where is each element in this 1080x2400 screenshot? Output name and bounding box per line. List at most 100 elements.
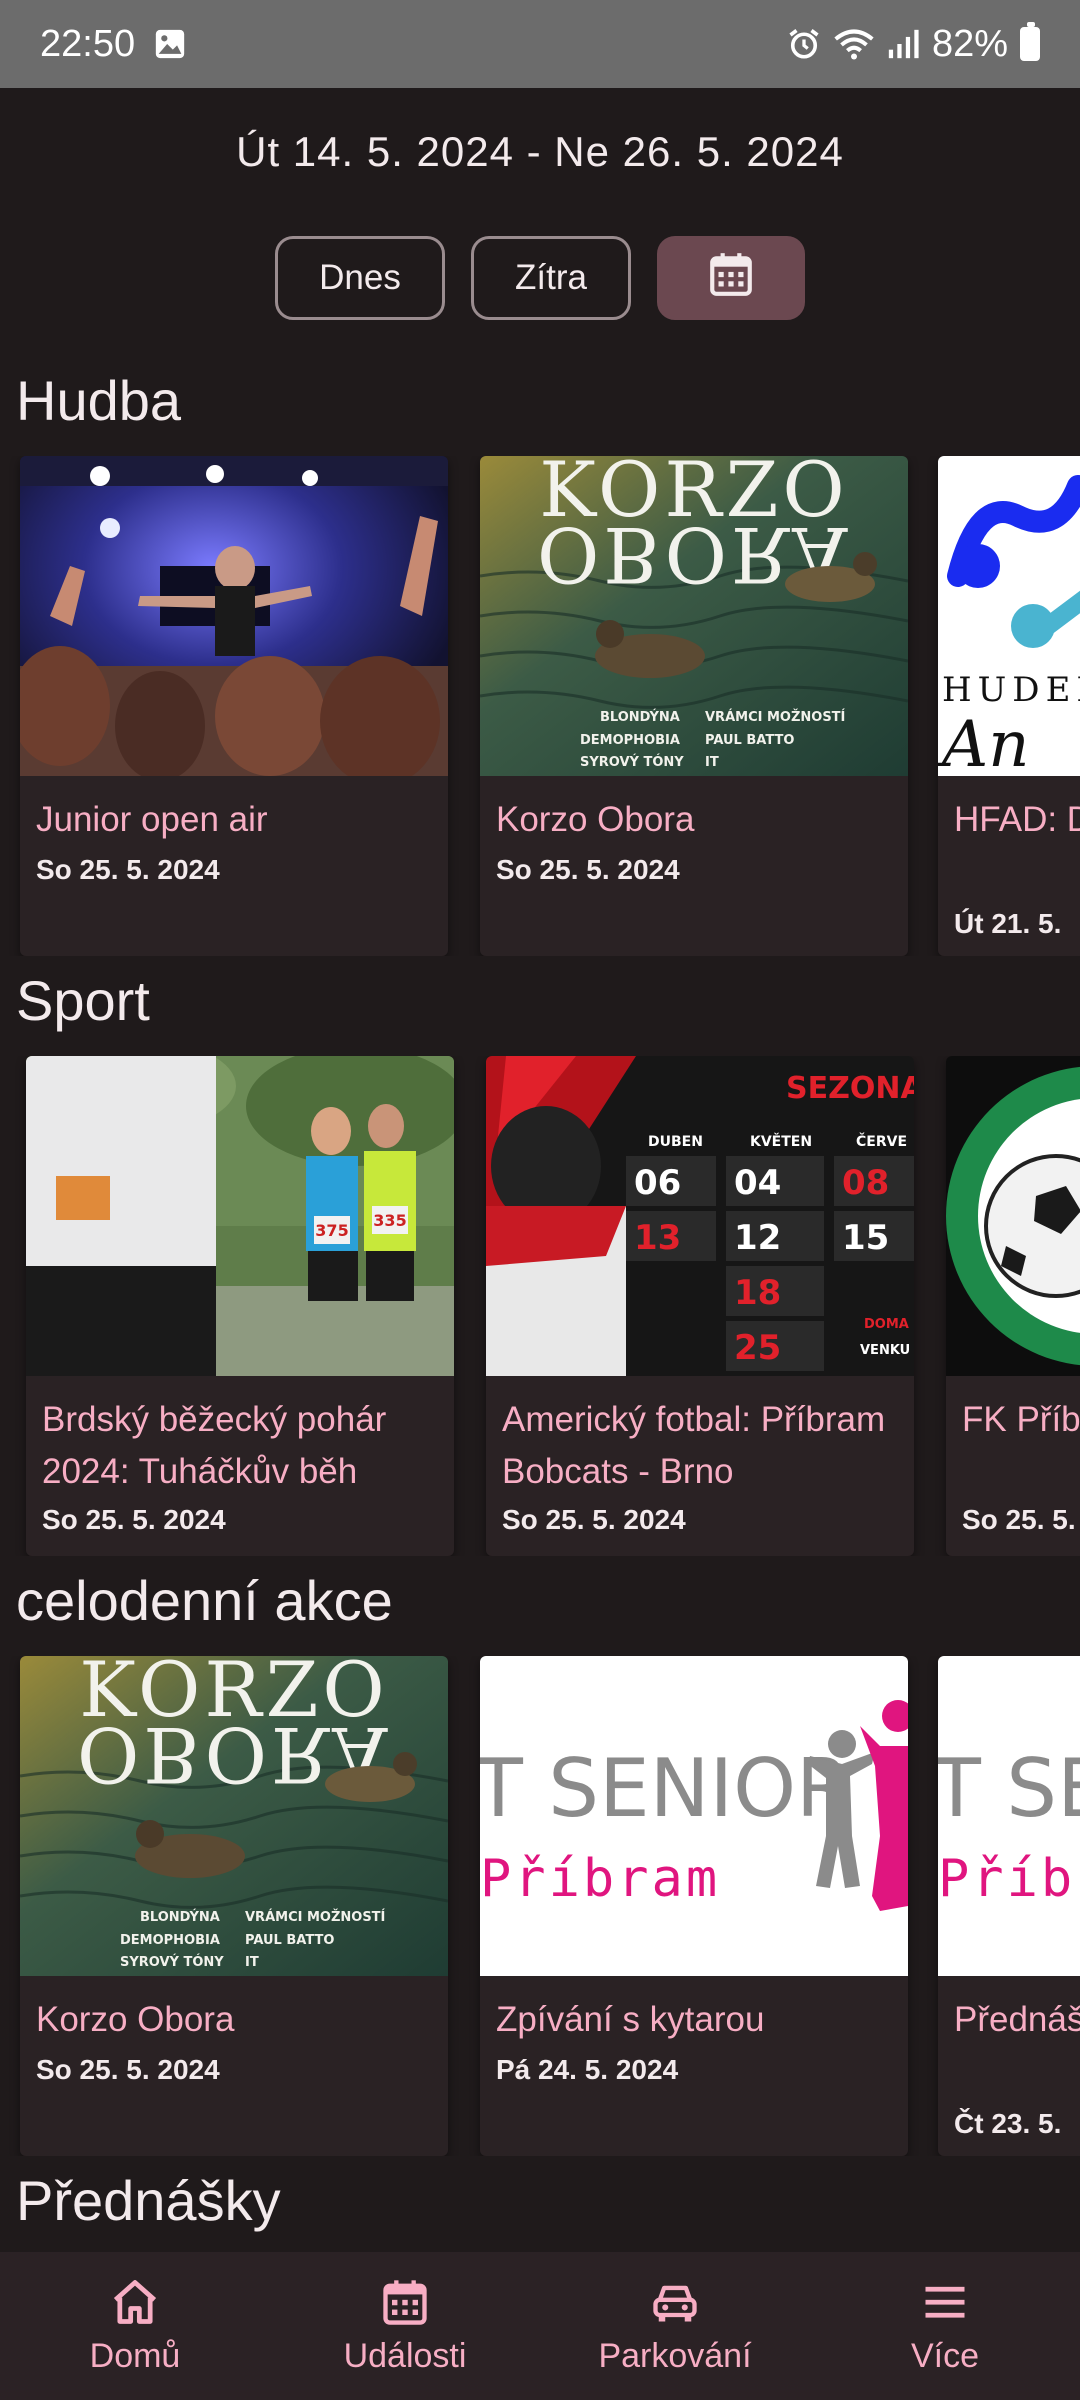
lineup-artist-2: VRÁMCI MOŽNOSTÍ	[245, 1909, 386, 1925]
section-title-celodenni-akce: celodenní akce	[16, 1569, 393, 1632]
event-title: Přednáš pohybov	[954, 2000, 1080, 2039]
home-icon	[107, 2276, 163, 2333]
lineup-artist-1: BLONDÝNA	[600, 709, 680, 725]
gallery-notification-icon	[153, 27, 187, 61]
car-icon	[647, 2276, 703, 2333]
status-bar: 22:50 82%	[0, 0, 1080, 88]
event-title: Korzo Obora	[36, 2000, 235, 2039]
nav-more-label: Více	[910, 2337, 980, 2375]
section-title-prednasky: Přednášky	[16, 2169, 281, 2232]
bottom-navigation: Domů Události Parkování Více	[0, 2252, 1080, 2400]
calendar-icon	[706, 249, 756, 308]
game-day-7: 18	[734, 1273, 781, 1313]
section-row-hudba[interactable]: Junior open air So 25. 5. 2024 KORZO OBO…	[0, 456, 1080, 956]
lineup-artist-1: BLONDÝNA	[140, 1909, 220, 1925]
bib-number-1: 375	[315, 1221, 348, 1240]
event-card[interactable]: KORZO OBORA BLONDÝNA VRÁMCI MOŽNOSTÍ DEM…	[20, 1656, 448, 2156]
game-day-2: 04	[734, 1163, 781, 1203]
nav-events-label: Události	[343, 2337, 467, 2375]
section-title-sport: Sport	[16, 969, 150, 1032]
battery-icon	[1020, 22, 1040, 61]
status-time: 22:50	[40, 22, 136, 65]
nav-more[interactable]: Více	[825, 2276, 1065, 2376]
status-right: 82%	[786, 22, 1040, 66]
event-image-concert	[20, 456, 448, 776]
signal-icon	[886, 27, 920, 61]
event-card[interactable]: HUDEB An HFAD: D filharmo Út 21. 5.	[938, 456, 1080, 956]
game-day-1: 06	[634, 1163, 681, 1203]
lineup-artist-2: VRÁMCI MOŽNOSTÍ	[705, 709, 846, 725]
poster-text: HUDEB	[942, 670, 1080, 710]
event-image-senior-pribram: T SEN Příbra	[938, 1656, 1080, 1976]
event-title: Americký fotbal: Příbram Bobcats - Brno	[502, 1400, 886, 1491]
poster-script: An	[938, 708, 1029, 776]
event-card[interactable]: SEZONA 20 DUBEN KVĚTEN ČERVE	[486, 1056, 914, 1556]
lineup-artist-6: IT	[705, 755, 719, 770]
month-3: ČERVE	[856, 1132, 907, 1150]
poster-city: Příbra	[938, 1849, 1080, 1909]
section-title-hudba: Hudba	[16, 369, 182, 432]
event-image-hfad: HUDEB An	[938, 456, 1080, 776]
poster-title: T SENIOR	[480, 1742, 852, 1835]
event-title: Zpívání s kytarou	[496, 2000, 765, 2039]
event-card[interactable]: T SENIOR Příbram Zpívání s kytarou Pá 24…	[480, 1656, 908, 2156]
legend-home: DOMA	[864, 1317, 909, 1332]
lineup-artist-3: DEMOPHOBIA	[580, 733, 680, 748]
section-row-celodenni-akce[interactable]: KORZO OBORA BLONDÝNA VRÁMCI MOŽNOSTÍ DEM…	[0, 1656, 1080, 2156]
event-date: So 25. 5. 2024	[496, 854, 680, 885]
nav-events[interactable]: Události	[285, 2276, 525, 2376]
game-day-3: 08	[842, 1163, 889, 1203]
event-image-korzo-obora: KORZO OBORA BLONDÝNA VRÁMCI MOŽNOSTÍ DEM…	[480, 456, 908, 776]
event-date: So 25. 5. 2024	[42, 1504, 226, 1535]
event-date: So 25. 5.	[962, 1504, 1076, 1535]
nav-home-label: Domů	[89, 2337, 181, 2375]
event-title: Brdský běžecký pohár 2024: Tuháčkův běh	[42, 1400, 387, 1491]
section-row-sport[interactable]: 375 335 Brdský běžecký pohár 2024: Tuháč…	[0, 1056, 1080, 1556]
poster-title: T SEN	[938, 1742, 1080, 1835]
event-title: FK Příb Vyškov	[962, 1400, 1080, 1439]
event-image-fk-pribram	[946, 1056, 1080, 1376]
calendar-icon	[377, 2276, 433, 2333]
event-card[interactable]: 375 335 Brdský běžecký pohár 2024: Tuháč…	[26, 1056, 454, 1556]
calendar-picker-button[interactable]	[657, 236, 805, 320]
poster-city: Příbram	[480, 1849, 720, 1909]
event-date: Pá 24. 5. 2024	[496, 2054, 679, 2085]
event-title: Korzo Obora	[496, 800, 695, 839]
game-day-8: 25	[734, 1328, 781, 1368]
poster-title: SEZONA 20	[786, 1071, 914, 1106]
quick-date-buttons: Dnes Zítra	[0, 236, 1080, 320]
status-left: 22:50	[40, 23, 187, 66]
event-title: Junior open air	[36, 800, 268, 839]
menu-icon	[917, 2276, 973, 2333]
event-date: So 25. 5. 2024	[36, 2054, 220, 2085]
nav-home[interactable]: Domů	[15, 2276, 255, 2376]
date-range[interactable]: Út 14. 5. 2024 - Ne 26. 5. 2024	[0, 128, 1080, 176]
event-image-senior-pribram: T SENIOR Příbram	[480, 1656, 908, 1976]
event-card[interactable]: FK Příb Vyškov So 25. 5.	[946, 1056, 1080, 1556]
nav-parking-label: Parkování	[598, 2337, 752, 2375]
wifi-icon	[834, 27, 874, 61]
tomorrow-button[interactable]: Zítra	[471, 236, 631, 320]
event-date: Čt 23. 5.	[954, 2108, 1062, 2139]
legend-away: VENKU	[860, 1343, 910, 1358]
event-card[interactable]: Junior open air So 25. 5. 2024	[20, 456, 448, 956]
today-button[interactable]: Dnes	[275, 236, 445, 320]
alarm-icon	[786, 26, 822, 62]
bib-number-2: 335	[373, 1211, 406, 1230]
nav-parking[interactable]: Parkování	[555, 2276, 795, 2376]
event-image-korzo-obora: KORZO OBORA BLONDÝNA VRÁMCI MOŽNOSTÍ DEM…	[20, 1656, 448, 1976]
lineup-artist-5: SYROVÝ TÓNY	[120, 1954, 224, 1970]
event-title: HFAD: D filharmo	[954, 800, 1080, 839]
lineup-artist-5: SYROVÝ TÓNY	[580, 754, 684, 770]
event-image-american-football: SEZONA 20 DUBEN KVĚTEN ČERVE	[486, 1056, 914, 1376]
lineup-artist-3: DEMOPHOBIA	[120, 1933, 220, 1948]
event-date: Út 21. 5.	[954, 908, 1062, 939]
battery-percent: 82%	[931, 22, 1008, 65]
event-card[interactable]: KORZO OBORA BLONDÝNA VRÁMCI MOŽNOSTÍ DEM…	[480, 456, 908, 956]
month-2: KVĚTEN	[750, 1133, 812, 1150]
event-date: So 25. 5. 2024	[502, 1504, 686, 1535]
lineup-artist-4: PAUL BATTO	[705, 733, 794, 748]
event-card[interactable]: T SEN Příbra Přednáš pohybov Čt 23. 5.	[938, 1656, 1080, 2156]
lineup-artist-6: IT	[245, 1955, 259, 1970]
event-image-runners: 375 335	[26, 1056, 454, 1376]
